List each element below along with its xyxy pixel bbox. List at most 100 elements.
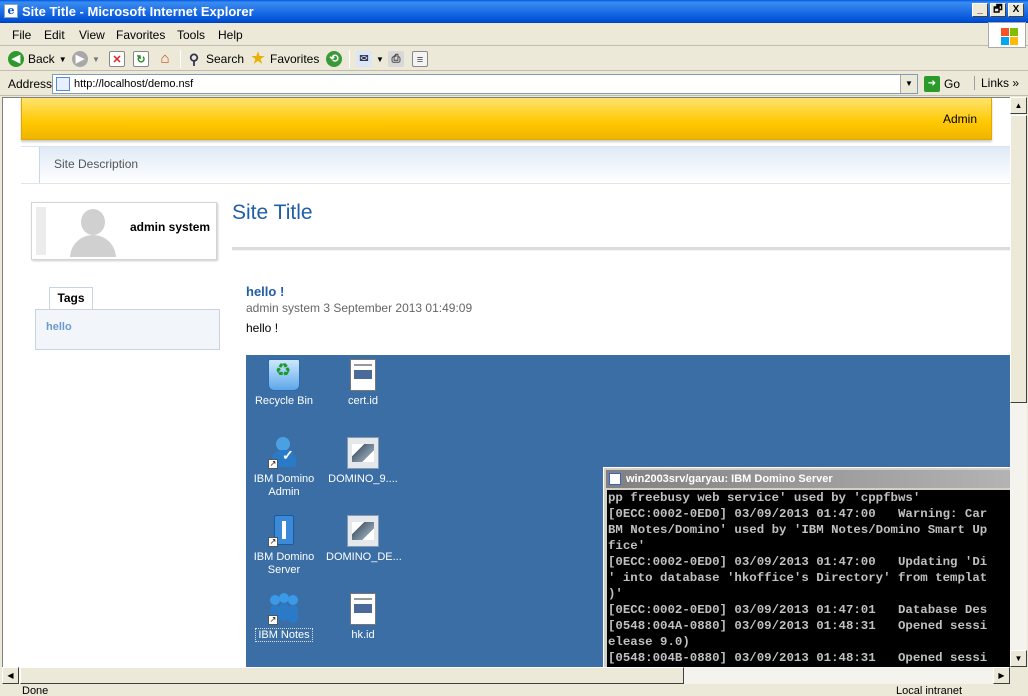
star-icon: ★: [251, 50, 265, 67]
vertical-scroll-thumb[interactable]: [1010, 115, 1027, 403]
user-name[interactable]: admin system: [130, 220, 210, 234]
ie-icon: e: [4, 4, 18, 18]
scroll-left-icon[interactable]: ◀: [2, 667, 19, 684]
tags-tab[interactable]: Tags: [49, 287, 93, 309]
logo-blue: [1001, 37, 1009, 45]
search-icon: ⚲: [188, 51, 200, 67]
back-button[interactable]: ◀ Back ▼: [8, 51, 67, 67]
post-meta: admin system 3 September 2013 01:49:09: [246, 301, 473, 315]
profile-strip: [36, 207, 46, 255]
go-arrow-icon: ➜: [924, 76, 940, 92]
scroll-up-icon[interactable]: ▲: [1010, 97, 1027, 114]
recycle-bin-icon: [268, 359, 300, 391]
address-dropdown-icon[interactable]: ▼: [900, 75, 917, 93]
profile-card: admin system: [31, 202, 217, 260]
status-text: Done: [22, 685, 49, 696]
desktop-icon-domino-de: DOMINO_DE...: [326, 515, 402, 564]
avatar-body: [70, 235, 116, 257]
shortcut-arrow-icon: ↗: [268, 459, 278, 469]
menu-help[interactable]: Help: [218, 28, 243, 42]
domino-server-icon: ↗: [268, 515, 300, 547]
logo-yellow: [1010, 37, 1018, 45]
post-body: hello !: [246, 321, 279, 335]
home-button[interactable]: ⌂: [157, 51, 173, 67]
site-description-bar: Site Description: [21, 146, 1010, 184]
address-url: http://localhost/demo.nsf: [74, 78, 194, 90]
tag-link[interactable]: hello: [46, 321, 72, 333]
desktop-icon-ibm-notes: ↗ IBM Notes: [247, 593, 321, 642]
print-button[interactable]: ⎙: [388, 51, 404, 67]
refresh-button[interactable]: ↻: [133, 51, 149, 67]
tags-panel: hello: [35, 309, 220, 350]
favorites-button[interactable]: ★ Favorites: [250, 51, 319, 67]
address-input[interactable]: http://localhost/demo.nsf ▼: [52, 74, 918, 94]
desktop-icon-ibm-domino-server: ↗ IBM Domino Server: [247, 515, 321, 577]
edit-page-button[interactable]: ≡: [412, 51, 428, 67]
domino-console-window: win2003srv/garyau: IBM Domino Server pp …: [603, 467, 1010, 667]
toolbar-separator: [180, 50, 181, 68]
id-file-icon: [350, 593, 376, 625]
window-title: Site Title - Microsoft Internet Explorer: [22, 4, 254, 19]
mail-dropdown-icon[interactable]: ▼: [376, 55, 384, 64]
menu-bar: File Edit View Favorites Tools Help: [0, 24, 1028, 46]
stop-icon: ✕: [109, 51, 125, 67]
page-icon: [56, 77, 70, 91]
menu-favorites[interactable]: Favorites: [116, 28, 165, 42]
print-icon: ⎙: [388, 51, 404, 67]
domino-admin-icon: ✓ ↗: [268, 437, 300, 469]
ie-window: e Site Title - Microsoft Internet Explor…: [0, 0, 1028, 696]
mail-button[interactable]: ✉ ▼: [356, 51, 384, 67]
logo-green: [1010, 28, 1018, 36]
admin-link[interactable]: Admin: [943, 112, 977, 126]
refresh-icon: ↻: [133, 51, 149, 67]
chevron-right-icon: »: [1012, 76, 1020, 90]
installer-icon: [347, 437, 379, 469]
history-icon: ⟲: [326, 51, 342, 67]
menu-tools[interactable]: Tools: [177, 28, 205, 42]
id-file-icon: [350, 359, 376, 391]
scroll-right-icon[interactable]: ▶: [993, 667, 1010, 684]
header-banner: Admin: [21, 98, 992, 140]
go-button[interactable]: ➜ Go: [924, 76, 960, 92]
address-label: Address: [8, 77, 53, 91]
close-button[interactable]: X: [1008, 3, 1024, 17]
title-divider: [232, 247, 1010, 251]
menu-view[interactable]: View: [79, 28, 105, 42]
page-viewport: Admin Site Description admin system Tags…: [2, 97, 1010, 667]
mail-icon: ✉: [356, 51, 372, 67]
menu-file[interactable]: File: [12, 28, 31, 42]
back-arrow-icon: ◀: [8, 51, 24, 67]
site-description: Site Description: [54, 157, 139, 171]
stop-button[interactable]: ✕: [109, 51, 125, 67]
post-image: Recycle Bin cert.id ✓ ↗ IBM Domino Admin…: [246, 355, 1010, 667]
back-dropdown-icon[interactable]: ▼: [59, 55, 67, 64]
desktop-icon-recycle-bin: Recycle Bin: [247, 359, 321, 408]
edit-icon: ≡: [412, 51, 428, 67]
avatar[interactable]: [68, 207, 118, 257]
links-button[interactable]: Links »: [974, 76, 1019, 90]
page-title: Site Title: [232, 201, 313, 224]
address-bar: Address http://localhost/demo.nsf ▼ ➜ Go…: [0, 72, 1028, 96]
menu-edit[interactable]: Edit: [44, 28, 65, 42]
toolbar-separator: [349, 50, 350, 68]
forward-dropdown-icon[interactable]: ▼: [92, 55, 100, 64]
vertical-scrollbar[interactable]: ▲ ▼: [1010, 97, 1027, 667]
avatar-head: [81, 209, 105, 235]
post-title[interactable]: hello !: [246, 284, 284, 299]
console-title-bar: win2003srv/garyau: IBM Domino Server: [606, 470, 1010, 488]
search-button[interactable]: ⚲ Search: [186, 51, 244, 67]
forward-button[interactable]: ▶ ▼: [72, 51, 100, 67]
security-zone: Local intranet: [896, 685, 963, 696]
title-bar[interactable]: e Site Title - Microsoft Internet Explor…: [0, 0, 1028, 23]
minimize-button[interactable]: _: [972, 3, 988, 17]
horizontal-scroll-thumb[interactable]: [20, 667, 684, 684]
shortcut-arrow-icon: ↗: [268, 537, 278, 547]
desktop-icon-hk-id: hk.id: [326, 593, 400, 642]
ibm-notes-icon: ↗: [268, 593, 300, 625]
toolbar: ◀ Back ▼ ▶ ▼ ✕ ↻ ⌂ ⚲ Search ★ Favorites …: [0, 47, 1028, 71]
horizontal-scrollbar[interactable]: ◀ ▶: [2, 667, 1010, 684]
maximize-button[interactable]: 🗗: [990, 3, 1006, 17]
scroll-down-icon[interactable]: ▼: [1010, 650, 1027, 667]
history-button[interactable]: ⟲: [326, 51, 342, 67]
status-bar: Done Local intranet: [0, 685, 1028, 696]
